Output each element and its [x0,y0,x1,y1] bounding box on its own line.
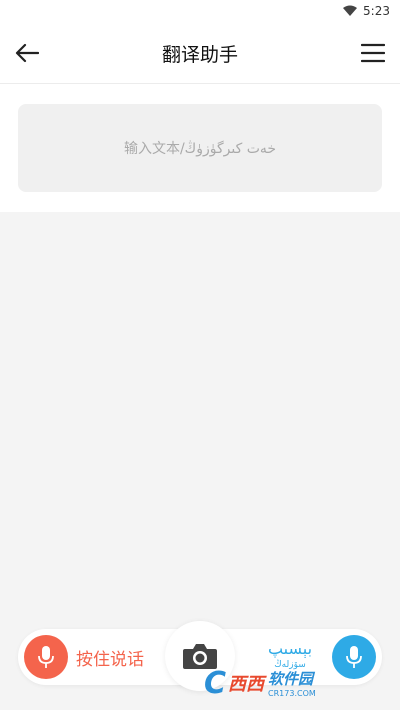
hold-to-talk-label[interactable]: 按住说话 [76,629,144,685]
watermark-logo: C [204,665,227,701]
page-title: 翻译助手 [161,43,238,66]
wifi-icon [343,5,358,17]
toolbar: 翻译助手 [0,22,400,84]
mic-icon [38,646,54,668]
watermark-url: CR173.COM [268,689,316,698]
input-area: 输入文本/خەت كىرگۈزۈڭ [0,84,400,212]
chinese-mic-button[interactable] [24,635,68,679]
menu-button[interactable] [360,41,386,65]
back-arrow-icon [15,43,39,63]
status-time: 5:23 [363,4,390,18]
text-input[interactable]: 输入文本/خەت كىرگۈزۈڭ [18,104,382,192]
watermark-right: 软件园 CR173.COM [268,668,316,698]
uyghur-label-main: بېسىپ [267,639,313,658]
watermark: C 西西 软件园 CR173.COM [204,660,394,706]
menu-icon [361,43,385,63]
input-placeholder: 输入文本/خەت كىرگۈزۈڭ [123,141,277,157]
back-button[interactable] [14,40,40,66]
watermark-right-text: 软件园 [268,670,314,688]
status-bar: 5:23 [0,0,400,22]
watermark-cn: 西西 [228,674,265,695]
